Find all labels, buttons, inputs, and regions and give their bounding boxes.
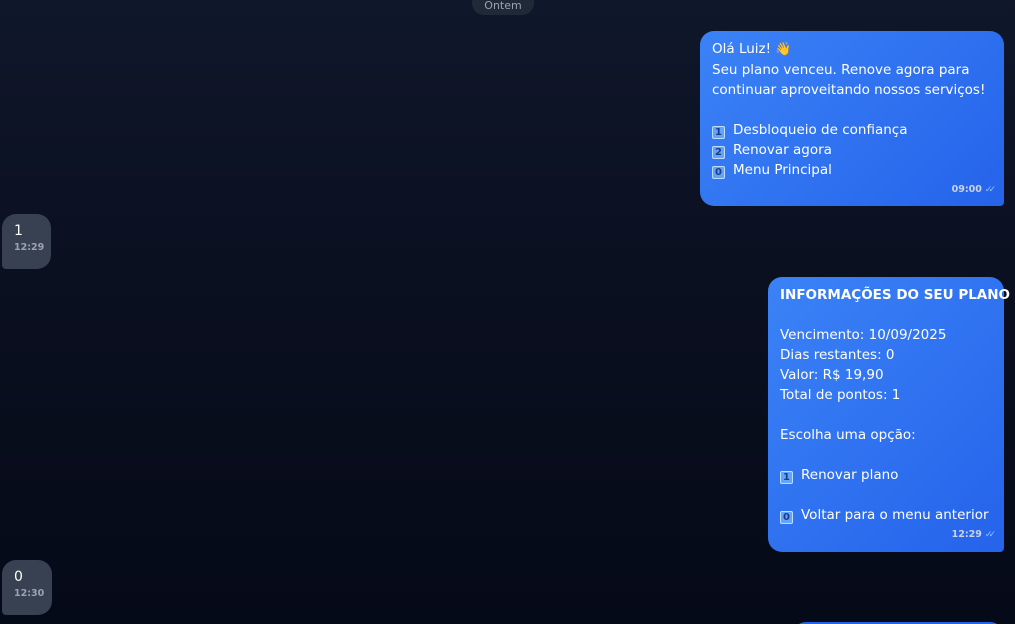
menu-option: 2 Renovar agora — [712, 140, 992, 160]
menu-option: 0 Voltar para o menu anterior — [780, 505, 992, 525]
message-line — [712, 100, 992, 120]
date-separator: Ontem — [472, 0, 534, 15]
double-check-icon: ✓✓ — [984, 185, 996, 195]
menu-option: 1 Renovar plano — [780, 465, 992, 485]
menu-option: 0 Menu Principal — [712, 160, 992, 180]
menu-option: 1 Desbloqueio de confiança — [712, 120, 992, 140]
message-meta: 09:00 ✓✓ — [712, 184, 996, 196]
message-time: 12:29 — [951, 529, 982, 540]
message-line — [780, 305, 992, 325]
message-line: Dias restantes: 0 — [780, 347, 895, 363]
message-line: Olá Luiz! 👋 — [712, 39, 992, 60]
keycap-icon: 1 — [712, 126, 725, 139]
double-check-icon: ✓✓ — [984, 530, 996, 540]
message-line: Vencimento: 10/09/2025 — [780, 327, 947, 343]
message-bubble-incoming[interactable]: 1 12:29 — [2, 214, 51, 269]
message-line: Escolha uma opção: — [780, 427, 916, 443]
message-bubble-outgoing[interactable]: Olá Luiz! 👋 Seu plano venceu. Renove ago… — [700, 31, 1004, 206]
keycap-icon: 1 — [780, 471, 793, 484]
message-line — [780, 405, 992, 425]
message-time: 09:00 — [951, 184, 982, 195]
message-text: 0 — [14, 569, 23, 585]
keycap-icon: 2 — [712, 146, 725, 159]
message-line: Valor: R$ 19,90 — [780, 367, 884, 383]
keycap-icon: 0 — [780, 511, 793, 524]
keycap-icon: 0 — [712, 166, 725, 179]
message-time: 12:29 — [14, 242, 45, 253]
message-bubble-outgoing[interactable]: INFORMAÇÕES DO SEU PLANO Vencimento: 10/… — [768, 277, 1011, 552]
message-line: continuar aproveitando nossos serviços! — [712, 82, 986, 98]
message-meta: 12:29 ✓✓ — [780, 529, 996, 541]
message-line: Seu plano venceu. Renove agora para — [712, 62, 970, 78]
waving-hand-icon: 👋 — [775, 42, 792, 57]
message-line — [780, 485, 992, 505]
message-line: Total de pontos: 1 — [780, 387, 901, 403]
message-heading: INFORMAÇÕES DO SEU PLANO — [780, 287, 1011, 303]
message-bubble-incoming[interactable]: 0 12:30 — [2, 560, 52, 615]
message-line — [780, 445, 992, 465]
message-text: 1 — [14, 223, 23, 239]
message-time: 12:30 — [14, 588, 45, 599]
